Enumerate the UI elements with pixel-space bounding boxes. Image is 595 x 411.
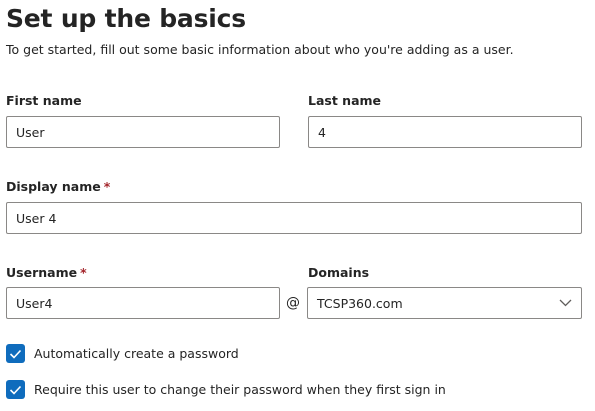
require-change-label: Require this user to change their passwo…	[34, 381, 446, 397]
page-title: Set up the basics	[6, 4, 246, 33]
require-change-checkbox[interactable]	[6, 380, 25, 399]
page-subtitle: To get started, fill out some basic info…	[6, 42, 514, 57]
username-label-text: Username	[6, 265, 78, 280]
display-name-label: Display name *	[6, 178, 110, 196]
checkmark-icon	[9, 349, 22, 359]
first-name-label-text: First name	[6, 93, 82, 108]
first-name-input[interactable]	[6, 116, 280, 148]
domains-selected-value: TCSP360.com	[317, 295, 403, 311]
auto-password-checkbox[interactable]	[6, 344, 25, 363]
domains-dropdown[interactable]: TCSP360.com	[307, 287, 582, 319]
required-marker: *	[103, 179, 111, 194]
display-name-label-text: Display name	[6, 179, 101, 194]
username-input[interactable]	[6, 287, 280, 319]
require-change-checkbox-row[interactable]: Require this user to change their passwo…	[6, 380, 446, 399]
required-marker: *	[80, 265, 87, 280]
checkmark-icon	[9, 385, 22, 395]
domains-label-text: Domains	[308, 265, 370, 280]
auto-password-label: Automatically create a password	[34, 345, 239, 361]
first-name-label: First name	[6, 92, 82, 110]
chevron-down-icon	[558, 296, 572, 310]
username-label: Username *	[6, 264, 87, 282]
last-name-label-text: Last name	[308, 93, 382, 108]
auto-password-checkbox-row[interactable]: Automatically create a password	[6, 344, 239, 363]
domains-label: Domains	[308, 264, 369, 282]
at-symbol: @	[286, 295, 300, 311]
display-name-input[interactable]	[6, 202, 582, 234]
last-name-label: Last name	[308, 92, 381, 110]
last-name-input[interactable]	[308, 116, 582, 148]
